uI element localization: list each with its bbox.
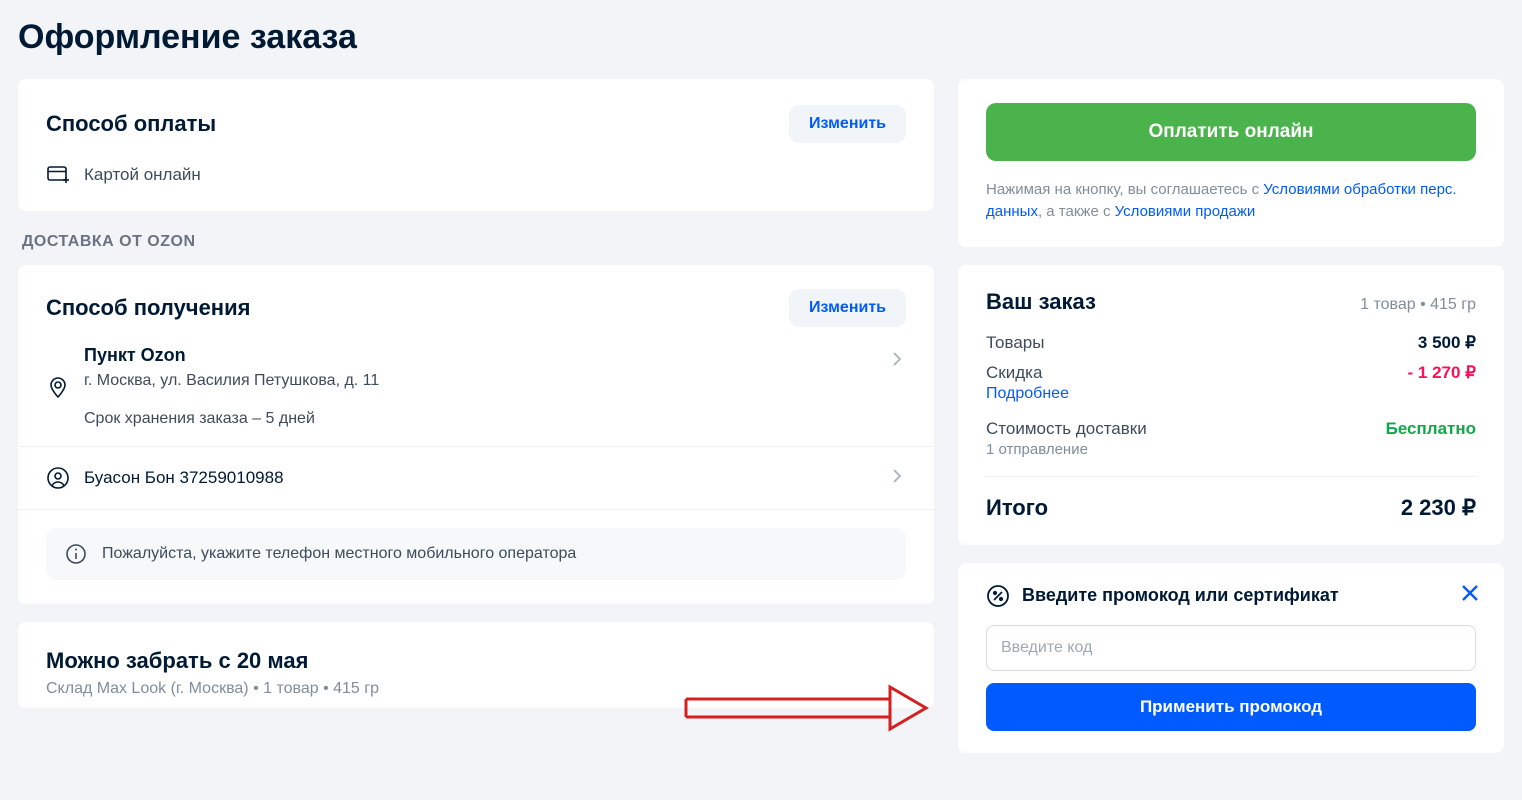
location-pin-icon [46, 345, 70, 428]
delivery-section-label: ДОСТАВКА ОТ OZON [18, 229, 934, 265]
delivery-card: Способ получения Изменить Пункт Ozon г. … [18, 265, 934, 604]
promo-code-input[interactable] [986, 625, 1476, 671]
promo-card: Введите промокод или сертификат Применит… [958, 563, 1504, 753]
page-title: Оформление заказа [0, 0, 1522, 79]
shipping-sub: 1 отправление [986, 441, 1476, 458]
items-value: 3 500 ₽ [1418, 333, 1476, 353]
pay-card: Оплатить онлайн Нажимая на кнопку, вы со… [958, 79, 1504, 247]
shipping-label: Стоимость доставки [986, 419, 1147, 439]
recipient-name: Буасон Бон 37259010988 [84, 468, 284, 488]
change-payment-button[interactable]: Изменить [789, 105, 906, 143]
phone-notice: Пожалуйста, укажите телефон местного моб… [46, 528, 906, 580]
pickup-title: Пункт Ozon [84, 345, 379, 366]
pickup-point-row[interactable]: Пункт Ozon г. Москва, ул. Василия Петушк… [46, 345, 906, 428]
percent-circle-icon [986, 585, 1010, 607]
total-label: Итого [986, 495, 1048, 521]
summary-title: Ваш заказ [986, 289, 1096, 315]
notice-text: Пожалуйста, укажите телефон местного моб… [102, 545, 576, 563]
payment-method: Картой онлайн [84, 165, 201, 185]
items-label: Товары [986, 333, 1044, 353]
terms-sale-link[interactable]: Условиями продажи [1115, 203, 1256, 220]
promo-title: Введите промокод или сертификат [1022, 585, 1339, 606]
pay-online-button[interactable]: Оплатить онлайн [986, 103, 1476, 161]
total-value: 2 230 ₽ [1401, 495, 1476, 521]
pickup-date-card: Можно забрать с 20 мая Склад Max Look (г… [18, 622, 934, 708]
delivery-heading: Способ получения [46, 295, 250, 321]
payment-heading: Способ оплаты [46, 111, 216, 137]
shipping-value: Бесплатно [1386, 419, 1476, 439]
discount-label: Скидка [986, 363, 1042, 383]
apply-promo-button[interactable]: Применить промокод [986, 683, 1476, 731]
close-icon[interactable] [1460, 583, 1480, 608]
pickup-date-heading: Можно забрать с 20 мая [46, 648, 906, 674]
card-icon [46, 166, 70, 184]
recipient-row[interactable]: Буасон Бон 37259010988 [18, 447, 934, 510]
divider [986, 476, 1476, 477]
pickup-date-sub: Склад Max Look (г. Москва) • 1 товар • 4… [46, 680, 906, 698]
discount-more-link[interactable]: Подробнее [986, 385, 1476, 403]
pickup-storage: Срок хранения заказа – 5 дней [84, 410, 379, 428]
user-circle-icon [46, 467, 70, 489]
pickup-address: г. Москва, ул. Василия Петушкова, д. 11 [84, 372, 379, 390]
chevron-right-icon [892, 351, 902, 372]
info-icon [64, 544, 88, 564]
chevron-right-icon [892, 468, 902, 489]
payment-card: Способ оплаты Изменить Картой онлайн [18, 79, 934, 211]
discount-value: - 1 270 ₽ [1408, 363, 1476, 383]
agreement-text: Нажимая на кнопку, вы соглашаетесь с Усл… [986, 179, 1476, 223]
change-delivery-button[interactable]: Изменить [789, 289, 906, 327]
order-summary-card: Ваш заказ 1 товар • 415 гр Товары 3 500 … [958, 265, 1504, 545]
summary-meta: 1 товар • 415 гр [1360, 296, 1476, 314]
